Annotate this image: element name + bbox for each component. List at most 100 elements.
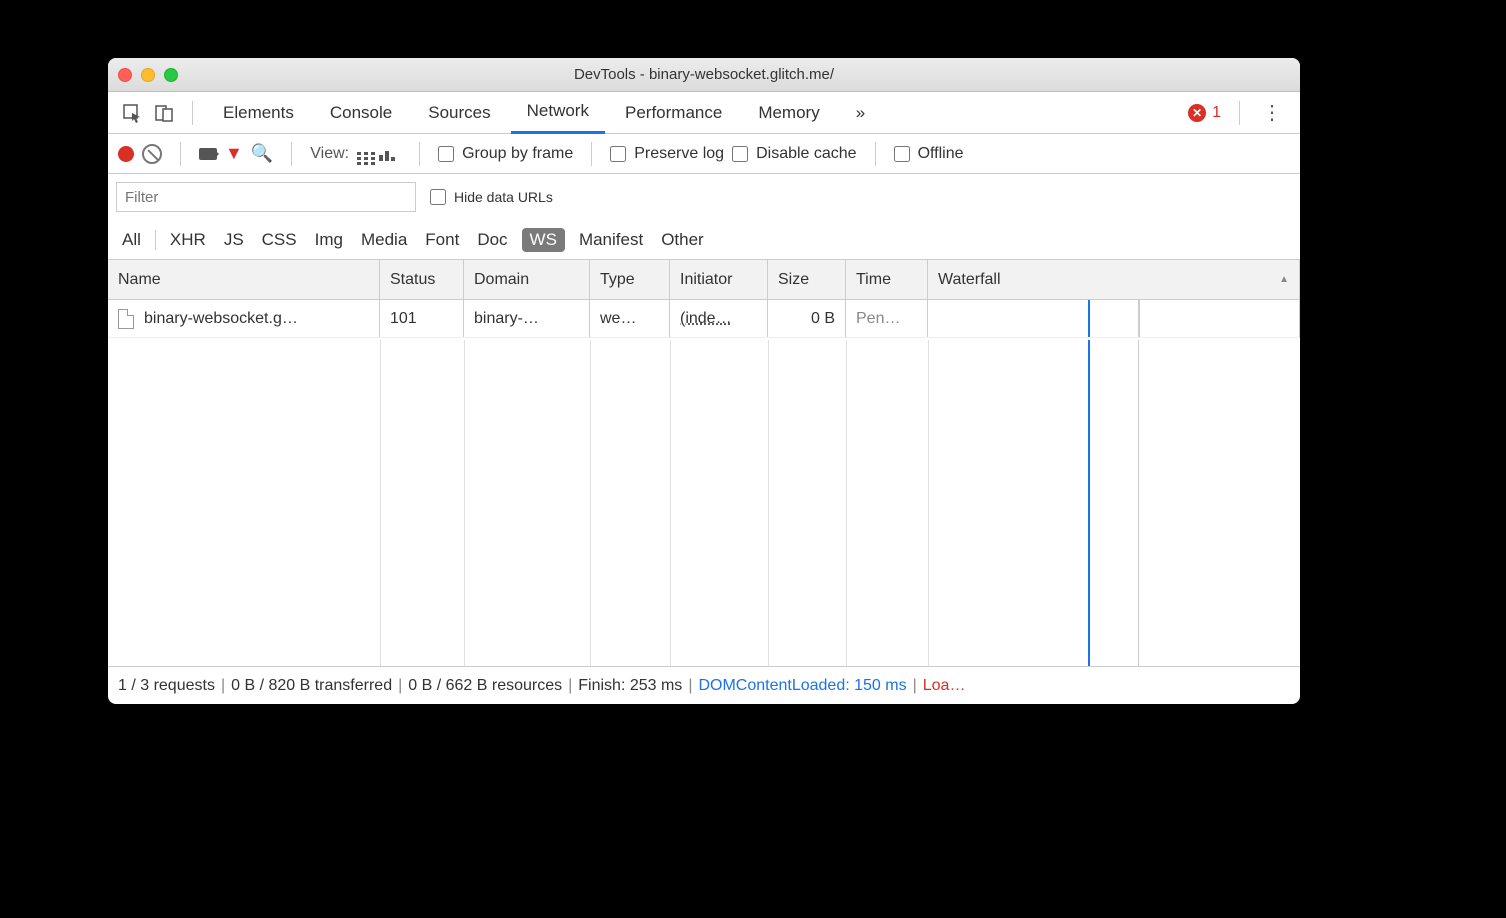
tab-sources[interactable]: Sources [412, 92, 506, 134]
checkbox-input[interactable] [610, 146, 626, 162]
col-name[interactable]: Name [108, 260, 380, 299]
filter-bar: Hide data URLs [108, 174, 1300, 220]
type-media[interactable]: Media [357, 228, 411, 252]
separator [180, 142, 181, 166]
separator [192, 101, 193, 125]
kebab-menu-icon[interactable]: ⋮ [1254, 100, 1290, 125]
type-filter-bar: All XHR JS CSS Img Media Font Doc WS Man… [108, 220, 1300, 260]
col-type[interactable]: Type [590, 260, 670, 299]
separator [875, 142, 876, 166]
column-gridlines [108, 340, 1300, 666]
device-toolbar-icon[interactable] [150, 99, 178, 127]
tab-network[interactable]: Network [511, 92, 605, 134]
type-other[interactable]: Other [657, 228, 708, 252]
panel-tabs: Elements Console Sources Network Perform… [108, 92, 1300, 134]
type-js[interactable]: JS [220, 228, 248, 252]
clear-icon[interactable] [142, 144, 162, 164]
devtools-window: DevTools - binary-websocket.glitch.me/ E… [108, 58, 1300, 704]
search-icon[interactable]: 🔍 [251, 143, 273, 164]
cell-size: 0 B [768, 300, 846, 337]
overflow-icon: » [856, 103, 865, 123]
tab-elements[interactable]: Elements [207, 92, 310, 134]
record-icon[interactable] [118, 146, 134, 162]
type-manifest[interactable]: Manifest [575, 228, 647, 252]
cell-type: we… [590, 300, 670, 337]
offline-checkbox[interactable]: Offline [894, 145, 964, 163]
large-rows-icon[interactable] [357, 152, 361, 155]
col-domain[interactable]: Domain [464, 260, 590, 299]
tab-performance[interactable]: Performance [609, 92, 738, 134]
checkbox-label: Group by frame [462, 145, 573, 163]
status-bar: 1 / 3 requests| 0 B / 820 B transferred|… [108, 666, 1300, 704]
group-by-frame-checkbox[interactable]: Group by frame [438, 145, 573, 163]
col-waterfall[interactable]: Waterfall [928, 260, 1300, 299]
tabs-overflow[interactable]: » [840, 92, 881, 134]
type-img[interactable]: Img [311, 228, 347, 252]
sb-resources: 0 B / 662 B resources [408, 677, 562, 695]
table-body: binary-websocket.g… 101 binary-… we… (in… [108, 300, 1300, 666]
checkbox-input[interactable] [438, 146, 454, 162]
checkbox-label: Preserve log [634, 145, 724, 163]
window-title: DevTools - binary-websocket.glitch.me/ [108, 66, 1300, 83]
type-ws[interactable]: WS [522, 228, 565, 252]
tab-label: Sources [428, 103, 490, 123]
cell-initiator[interactable]: (inde… [670, 300, 768, 337]
error-count-badge[interactable]: ✕ 1 [1188, 104, 1225, 122]
preserve-log-checkbox[interactable]: Preserve log [610, 145, 724, 163]
dcl-marker [1088, 300, 1090, 337]
table-row[interactable]: binary-websocket.g… 101 binary-… we… (in… [108, 300, 1300, 338]
overview-icon[interactable] [379, 147, 401, 161]
cell-waterfall [928, 300, 1300, 337]
checkbox-label: Hide data URLs [454, 189, 553, 205]
sb-dcl: DOMContentLoaded: 150 ms [698, 677, 906, 695]
separator [591, 142, 592, 166]
type-font[interactable]: Font [421, 228, 463, 252]
file-icon [118, 309, 134, 329]
type-doc[interactable]: Doc [473, 228, 511, 252]
inspect-element-icon[interactable] [118, 99, 146, 127]
view-label: View: [310, 145, 349, 163]
tab-label: Performance [625, 103, 722, 123]
error-icon: ✕ [1188, 104, 1206, 122]
checkbox-label: Offline [918, 145, 964, 163]
screenshot-icon[interactable] [199, 148, 217, 160]
request-name: binary-websocket.g… [144, 310, 298, 328]
error-count: 1 [1212, 104, 1221, 122]
tab-label: Console [330, 103, 392, 123]
tab-console[interactable]: Console [314, 92, 408, 134]
separator [419, 142, 420, 166]
sb-load: Loa… [923, 677, 966, 695]
checkbox-input[interactable] [732, 146, 748, 162]
tab-label: Network [527, 101, 589, 121]
dcl-line [1088, 340, 1090, 666]
sb-transferred: 0 B / 820 B transferred [231, 677, 392, 695]
separator [1239, 101, 1240, 125]
checkbox-input[interactable] [894, 146, 910, 162]
type-css[interactable]: CSS [258, 228, 301, 252]
col-status[interactable]: Status [380, 260, 464, 299]
col-initiator[interactable]: Initiator [670, 260, 768, 299]
sb-requests: 1 / 3 requests [118, 677, 215, 695]
cell-domain: binary-… [464, 300, 590, 337]
disable-cache-checkbox[interactable]: Disable cache [732, 145, 857, 163]
hide-data-urls-checkbox[interactable]: Hide data URLs [430, 189, 553, 205]
requests-table: Name Status Domain Type Initiator Size T… [108, 260, 1300, 666]
col-time[interactable]: Time [846, 260, 928, 299]
grid-line [1138, 340, 1139, 666]
type-xhr[interactable]: XHR [166, 228, 210, 252]
filter-icon[interactable]: ▼ [225, 143, 243, 164]
separator [155, 230, 156, 250]
sb-finish: Finish: 253 ms [578, 677, 682, 695]
titlebar: DevTools - binary-websocket.glitch.me/ [108, 58, 1300, 92]
separator [291, 142, 292, 166]
col-size[interactable]: Size [768, 260, 846, 299]
network-toolbar: ▼ 🔍 View: Group by frame Preserve log Di… [108, 134, 1300, 174]
tab-label: Elements [223, 103, 294, 123]
cell-time: Pen… [846, 300, 928, 337]
type-all[interactable]: All [118, 228, 145, 252]
filter-input[interactable] [116, 182, 416, 212]
cell-name: binary-websocket.g… [108, 300, 380, 337]
table-header: Name Status Domain Type Initiator Size T… [108, 260, 1300, 300]
checkbox-input[interactable] [430, 189, 446, 205]
tab-memory[interactable]: Memory [742, 92, 835, 134]
